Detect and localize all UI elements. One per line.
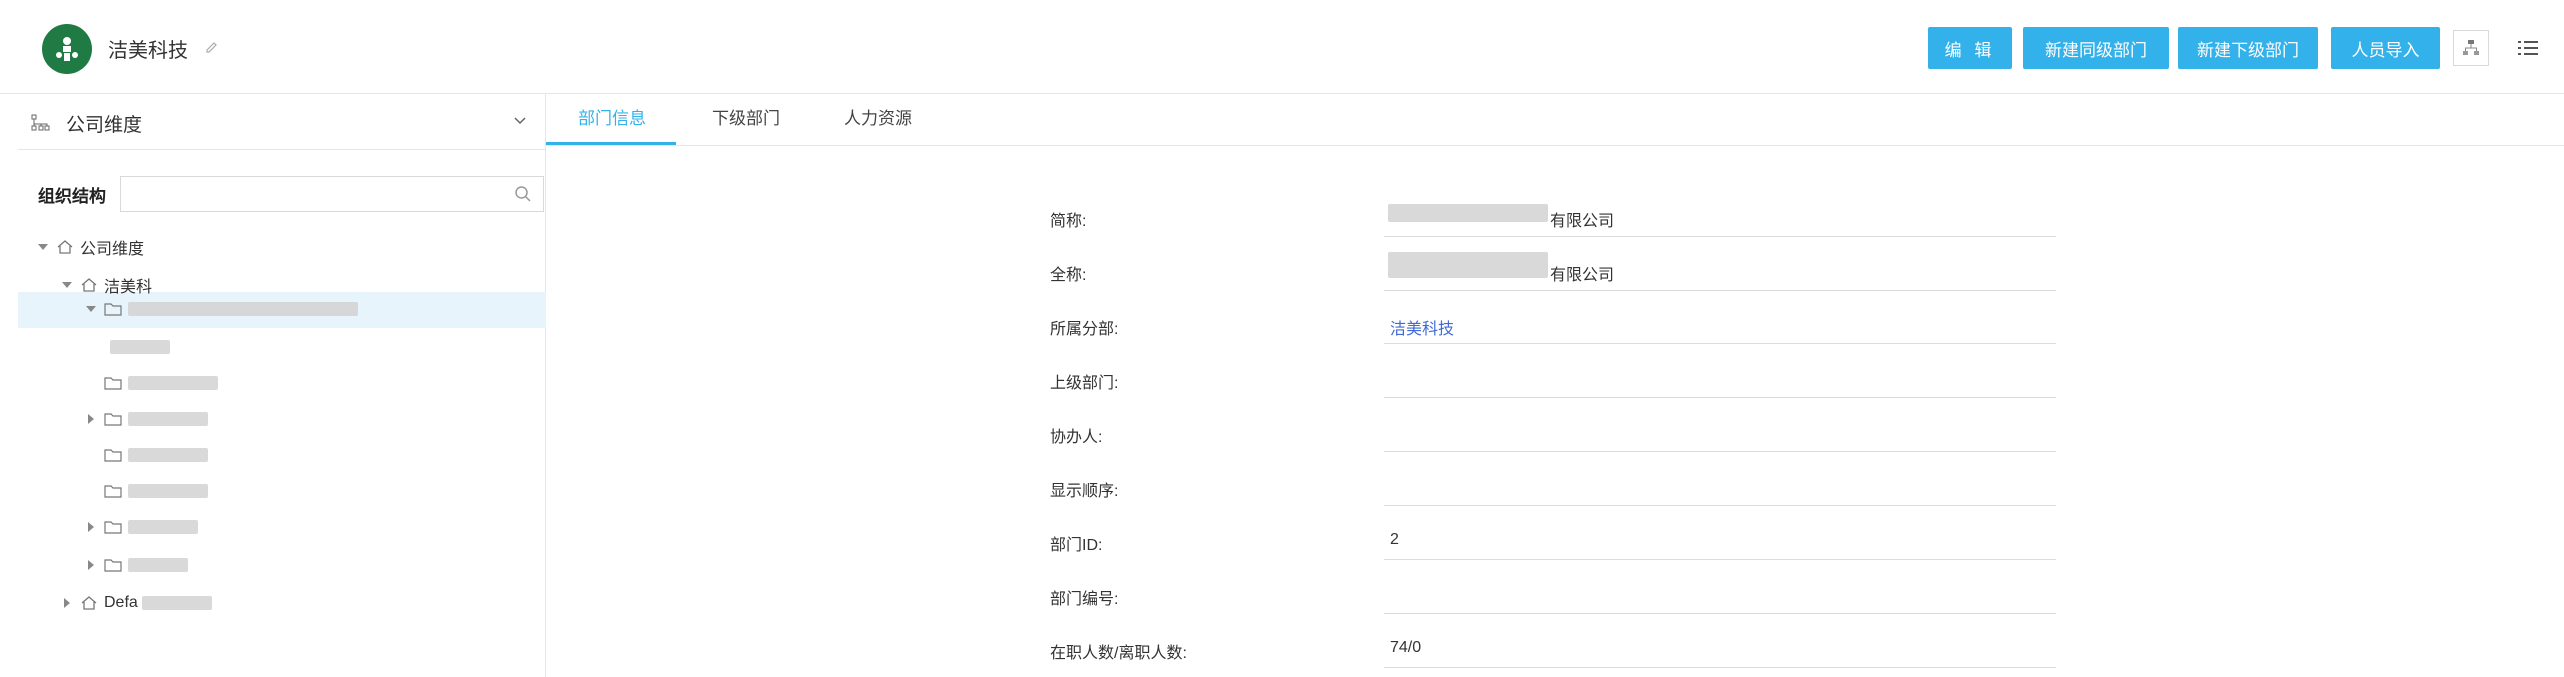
folder-icon — [104, 377, 122, 390]
chevron-down-icon[interactable] — [512, 112, 528, 128]
tree-node-child[interactable] — [104, 476, 208, 506]
redacted-text — [128, 376, 218, 390]
field-divider — [1384, 236, 2056, 237]
tree-node-dept-selected[interactable] — [84, 294, 358, 324]
org-sidebar: 公司维度 组织结构 公司维度 洁美科 Defa — [18, 94, 546, 677]
field-divider — [1384, 397, 2056, 398]
field-label-display-order: 显示顺序: — [1050, 483, 1119, 500]
tab-dept-info[interactable]: 部门信息 — [578, 104, 646, 146]
field-divider — [1384, 505, 2056, 506]
folder-icon — [104, 303, 122, 316]
hierarchy-icon — [31, 114, 50, 131]
caret-down-icon[interactable] — [60, 278, 74, 292]
tree-node-label: 公司维度 — [80, 241, 145, 258]
org-chart-button[interactable] — [2453, 30, 2489, 66]
redacted-text — [1388, 204, 1548, 222]
redacted-text — [110, 340, 170, 354]
field-label-dept-id: 部门ID: — [1050, 537, 1103, 554]
tree-node-child[interactable] — [104, 440, 208, 470]
edit-button[interactable]: 编 辑 — [1928, 27, 2012, 69]
field-value-branch-link[interactable]: 洁美科技 — [1390, 315, 1454, 339]
import-people-button[interactable]: 人员导入 — [2331, 27, 2440, 69]
field-divider — [1384, 613, 2056, 614]
search-icon[interactable] — [514, 185, 532, 203]
field-value-dept-id: 2 — [1390, 531, 1399, 548]
folder-icon — [104, 449, 122, 462]
redacted-text — [128, 484, 208, 498]
tab-bar: 部门信息 下级部门 人力资源 — [546, 94, 2564, 146]
field-label-parent-dept: 上级部门: — [1050, 375, 1119, 392]
dimension-select[interactable]: 公司维度 — [18, 94, 546, 150]
caret-right-icon[interactable] — [84, 412, 98, 426]
active-tab-indicator — [546, 142, 676, 145]
field-label-full-name: 全称: — [1050, 267, 1087, 284]
tab-sub-dept[interactable]: 下级部门 — [712, 104, 780, 146]
tab-hr[interactable]: 人力资源 — [844, 104, 912, 146]
folder-icon — [104, 485, 122, 498]
caret-right-icon[interactable] — [84, 558, 98, 572]
home-icon — [81, 278, 97, 292]
caret-right-icon[interactable] — [60, 596, 74, 610]
field-divider — [1384, 667, 2056, 668]
field-label-short-name: 简称: — [1050, 213, 1087, 230]
tab-label: 下级部门 — [712, 109, 780, 128]
redacted-text — [128, 448, 208, 462]
org-search-input[interactable] — [120, 176, 544, 212]
menu-icon[interactable] — [2516, 36, 2540, 60]
org-logo-icon — [56, 37, 78, 61]
redacted-text — [141, 596, 212, 610]
home-icon — [57, 240, 73, 254]
org-chart-icon — [2463, 40, 2479, 55]
folder-icon — [104, 559, 122, 572]
caret-right-icon[interactable] — [84, 520, 98, 534]
company-name: 洁美科技 — [108, 40, 188, 62]
redacted-text — [128, 302, 358, 316]
field-value-short-name: 有限公司 — [1550, 213, 1615, 230]
redacted-text — [128, 520, 198, 534]
company-logo — [42, 24, 92, 74]
tree-node-child[interactable] — [84, 512, 198, 542]
field-value-full-name: 有限公司 — [1550, 267, 1615, 284]
caret-down-icon[interactable] — [84, 302, 98, 316]
redacted-text — [1388, 252, 1548, 278]
tab-label: 部门信息 — [578, 109, 646, 128]
dimension-label: 公司维度 — [66, 115, 143, 136]
home-icon — [81, 596, 97, 610]
top-header: 洁美科技 编 辑 新建同级部门 新建下级部门 人员导入 — [0, 0, 2564, 94]
new-sibling-dept-button[interactable]: 新建同级部门 — [2023, 27, 2169, 69]
tree-node-child[interactable] — [84, 550, 188, 580]
redacted-text — [128, 558, 188, 572]
folder-icon — [104, 413, 122, 426]
tree-node-root[interactable]: 公司维度 — [36, 232, 144, 262]
field-label-assistant: 协办人: — [1050, 429, 1103, 446]
redacted-text — [128, 412, 208, 426]
field-divider — [1384, 559, 2056, 560]
caret-down-icon[interactable] — [36, 240, 50, 254]
field-label-dept-code: 部门编号: — [1050, 591, 1119, 608]
tree-node-default[interactable]: Defa — [60, 588, 212, 618]
field-label-headcount: 在职人数/离职人数: — [1050, 645, 1187, 662]
tab-label: 人力资源 — [844, 109, 912, 128]
tree-node-child[interactable] — [84, 404, 208, 434]
tree-node-child[interactable] — [104, 368, 218, 398]
field-divider — [1384, 290, 2056, 291]
field-divider — [1384, 343, 2056, 344]
pencil-icon[interactable] — [204, 38, 220, 54]
new-child-dept-button[interactable]: 新建下级部门 — [2178, 27, 2318, 69]
field-label-branch: 所属分部: — [1050, 321, 1119, 338]
field-value-headcount: 74/0 — [1390, 639, 1422, 656]
tree-node-label: Defa — [104, 594, 138, 611]
org-structure-label: 组织结构 — [38, 187, 106, 206]
tree-node-child[interactable] — [110, 332, 170, 362]
folder-icon — [104, 521, 122, 534]
field-divider — [1384, 451, 2056, 452]
